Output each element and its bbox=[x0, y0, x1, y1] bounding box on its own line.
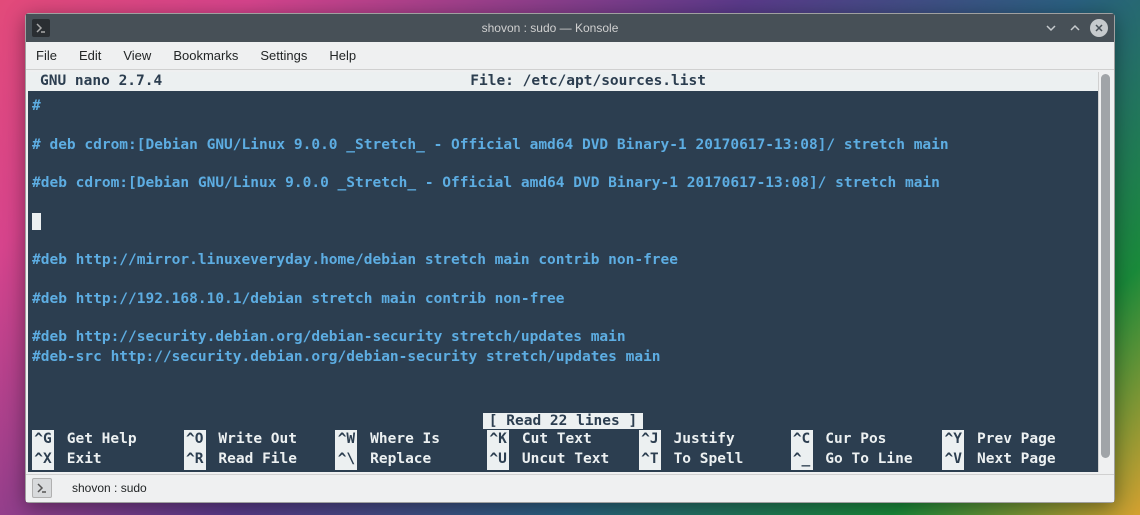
nano-line: #deb http://mirror.linuxeveryday.home/de… bbox=[32, 251, 1094, 271]
nano-line bbox=[32, 271, 1094, 290]
shortcut-key: ^\ bbox=[335, 450, 357, 470]
shortcut-label: Where Is bbox=[361, 430, 440, 450]
terminal-container: GNU nano 2.7.4 File: /etc/apt/sources.li… bbox=[26, 70, 1114, 474]
nano-shortcut: ^X Exit bbox=[32, 450, 184, 470]
shortcut-label: Cut Text bbox=[513, 430, 592, 450]
nano-shortcut: ^C Cur Pos bbox=[791, 430, 943, 450]
shortcut-label: Get Help bbox=[58, 430, 137, 450]
shortcut-label: Prev Page bbox=[968, 430, 1055, 450]
shortcut-label: Exit bbox=[58, 450, 102, 470]
cursor bbox=[32, 213, 41, 230]
nano-line: # bbox=[32, 97, 1094, 117]
nano-shortcut: ^Y Prev Page bbox=[942, 430, 1094, 450]
nano-line: #deb cdrom:[Debian GNU/Linux 9.0.0 _Stre… bbox=[32, 174, 1094, 194]
nano-line bbox=[32, 194, 1094, 213]
window-title: shovon : sudo — Konsole bbox=[58, 21, 1042, 35]
nano-shortcut: ^J Justify bbox=[639, 430, 791, 450]
shortcut-label: Go To Line bbox=[817, 450, 913, 470]
nano-shortcut: ^T To Spell bbox=[639, 450, 791, 470]
menu-edit[interactable]: Edit bbox=[79, 48, 101, 63]
nano-line: #deb http://security.debian.org/debian-s… bbox=[32, 328, 1094, 348]
shortcut-key: ^W bbox=[335, 430, 357, 450]
shortcut-label: Justify bbox=[665, 430, 735, 450]
titlebar[interactable]: shovon : sudo — Konsole bbox=[26, 14, 1114, 42]
menu-help[interactable]: Help bbox=[329, 48, 356, 63]
nano-shortcut: ^_ Go To Line bbox=[791, 450, 943, 470]
shortcut-label: Uncut Text bbox=[513, 450, 609, 470]
shortcut-key: ^G bbox=[32, 430, 54, 450]
app-icon bbox=[32, 19, 50, 37]
shortcut-key: ^R bbox=[184, 450, 206, 470]
nano-shortcut: ^W Where Is bbox=[335, 430, 487, 450]
nano-shortcut: ^K Cut Text bbox=[487, 430, 639, 450]
tab-label[interactable]: shovon : sudo bbox=[62, 479, 287, 497]
nano-shortcut: ^O Write Out bbox=[184, 430, 336, 450]
tabbar: shovon : sudo bbox=[26, 474, 1114, 502]
shortcut-label: Read File bbox=[210, 450, 297, 470]
menu-bookmarks[interactable]: Bookmarks bbox=[173, 48, 238, 63]
menu-file[interactable]: File bbox=[36, 48, 57, 63]
nano-header: GNU nano 2.7.4 File: /etc/apt/sources.li… bbox=[28, 72, 1098, 92]
nano-line bbox=[32, 213, 1094, 233]
shortcut-label: Next Page bbox=[968, 450, 1055, 470]
minimize-button[interactable] bbox=[1042, 19, 1060, 37]
nano-shortcut: ^R Read File bbox=[184, 450, 336, 470]
scrollbar[interactable] bbox=[1098, 72, 1112, 472]
shortcut-key: ^K bbox=[487, 430, 509, 450]
shortcut-key: ^Y bbox=[942, 430, 964, 450]
shortcut-key: ^V bbox=[942, 450, 964, 470]
scrollbar-thumb[interactable] bbox=[1101, 74, 1110, 458]
nano-shortcut: ^V Next Page bbox=[942, 450, 1094, 470]
nano-line bbox=[32, 117, 1094, 136]
konsole-window: shovon : sudo — Konsole File Edit View B… bbox=[25, 13, 1115, 503]
nano-line bbox=[32, 155, 1094, 174]
shortcut-key: ^X bbox=[32, 450, 54, 470]
shortcut-label: Replace bbox=[361, 450, 431, 470]
shortcut-label: Cur Pos bbox=[817, 430, 887, 450]
shortcut-key: ^O bbox=[184, 430, 206, 450]
nano-shortcuts: ^G Get Help^O Write Out^W Where Is^K Cut… bbox=[28, 430, 1098, 471]
maximize-button[interactable] bbox=[1066, 19, 1084, 37]
nano-shortcut: ^\ Replace bbox=[335, 450, 487, 470]
nano-shortcut: ^U Uncut Text bbox=[487, 450, 639, 470]
menubar: File Edit View Bookmarks Settings Help bbox=[26, 42, 1114, 70]
close-button[interactable] bbox=[1090, 19, 1108, 37]
nano-line bbox=[32, 232, 1094, 251]
shortcut-key: ^J bbox=[639, 430, 661, 450]
nano-file-label: File: /etc/apt/sources.list bbox=[82, 72, 1094, 92]
shortcut-label: Write Out bbox=[210, 430, 297, 450]
menu-view[interactable]: View bbox=[123, 48, 151, 63]
window-controls bbox=[1042, 19, 1108, 37]
shortcut-label: To Spell bbox=[665, 450, 744, 470]
nano-editor-body[interactable]: # # deb cdrom:[Debian GNU/Linux 9.0.0 _St… bbox=[28, 91, 1098, 368]
nano-shortcut: ^G Get Help bbox=[32, 430, 184, 450]
nano-line: # deb cdrom:[Debian GNU/Linux 9.0.0 _Str… bbox=[32, 136, 1094, 156]
shortcut-key: ^T bbox=[639, 450, 661, 470]
nano-line: #deb http://192.168.10.1/debian stretch … bbox=[32, 290, 1094, 310]
new-tab-button[interactable] bbox=[32, 478, 52, 498]
nano-line bbox=[32, 309, 1094, 328]
shortcut-key: ^_ bbox=[791, 450, 813, 470]
shortcut-key: ^U bbox=[487, 450, 509, 470]
nano-line: #deb-src http://security.debian.org/debi… bbox=[32, 348, 1094, 368]
shortcut-key: ^C bbox=[791, 430, 813, 450]
nano-status-text: [ Read 22 lines ] bbox=[483, 413, 643, 429]
nano-status: [ Read 22 lines ] bbox=[28, 412, 1098, 432]
terminal[interactable]: GNU nano 2.7.4 File: /etc/apt/sources.li… bbox=[28, 72, 1098, 472]
menu-settings[interactable]: Settings bbox=[260, 48, 307, 63]
